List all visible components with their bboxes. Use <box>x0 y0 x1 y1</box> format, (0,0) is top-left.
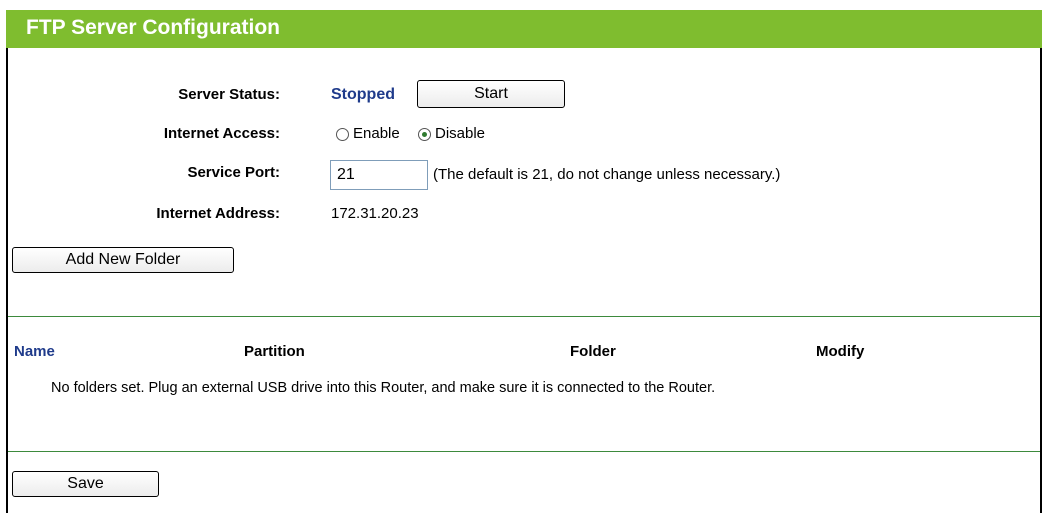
empty-table-message: No folders set. Plug an external USB dri… <box>51 380 716 396</box>
enable-radio-label: Enable <box>353 125 400 142</box>
column-header-folder: Folder <box>570 343 616 360</box>
add-new-folder-button[interactable]: Add New Folder <box>12 247 234 273</box>
column-header-partition: Partition <box>244 343 305 360</box>
divider <box>8 451 1040 452</box>
column-header-name: Name <box>14 343 55 360</box>
save-button[interactable]: Save <box>12 471 159 497</box>
divider <box>8 316 1040 317</box>
service-port-hint: (The default is 21, do not change unless… <box>433 166 781 183</box>
server-status-value: Stopped <box>331 86 395 103</box>
page-title: FTP Server Configuration <box>26 16 280 39</box>
service-port-input[interactable] <box>330 160 428 190</box>
disable-radio[interactable] <box>418 128 431 141</box>
start-button[interactable]: Start <box>417 80 565 108</box>
disable-radio-label: Disable <box>435 125 486 142</box>
title-bar: FTP Server Configuration <box>6 10 1042 48</box>
server-status-label: Server Status: <box>178 86 280 103</box>
internet-address-label: Internet Address: <box>156 205 280 222</box>
internet-access-label: Internet Access: <box>163 125 280 142</box>
internet-address-value: 172.31.20.23 <box>331 205 419 222</box>
enable-radio[interactable] <box>336 128 349 141</box>
service-port-label: Service Port: <box>187 164 280 181</box>
column-header-modify: Modify <box>816 343 865 360</box>
